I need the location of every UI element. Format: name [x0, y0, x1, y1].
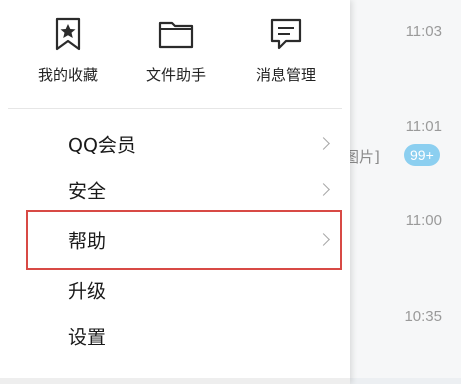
menu-item-settings[interactable]: 设置	[26, 312, 342, 360]
menu-bottom-bar	[0, 378, 350, 384]
menu-item-label: QQ会员	[68, 134, 136, 157]
menu-item-label: 帮助	[68, 230, 107, 253]
chat-time: 11:03	[405, 23, 442, 40]
message-bubble-icon	[270, 18, 302, 50]
chevron-right-icon	[317, 233, 330, 246]
chat-time: 10:35	[404, 308, 442, 325]
quick-action-message-manager[interactable]: 消息管理	[236, 12, 336, 98]
quick-actions-bar: 我的收藏 文件助手 消息管理	[0, 0, 350, 104]
main-menu-panel: 我的收藏 文件助手 消息管理 QQ会员 安全 帮助 升级 设置	[0, 0, 350, 384]
quick-action-label: 消息管理	[255, 66, 316, 84]
unread-badge: 99+	[404, 144, 440, 166]
chevron-right-icon	[317, 183, 330, 196]
menu-item-label: 升级	[68, 280, 107, 303]
menu-item-upgrade[interactable]: 升级	[26, 266, 342, 314]
chevron-right-icon	[317, 137, 330, 150]
menu-item-label: 安全	[68, 180, 107, 203]
menu-item-label: 设置	[68, 326, 107, 349]
quick-action-file-assistant[interactable]: 文件助手	[126, 12, 226, 98]
quick-action-label: 我的收藏	[37, 66, 98, 84]
quick-action-favorites[interactable]: 我的收藏	[18, 12, 118, 98]
chat-time: 11:00	[405, 212, 442, 229]
bookmark-star-icon	[55, 17, 81, 51]
menu-item-qq-vip[interactable]: QQ会员	[26, 120, 342, 168]
quick-action-label: 文件助手	[145, 66, 206, 84]
menu-divider	[8, 108, 342, 109]
menu-item-security[interactable]: 安全	[26, 166, 342, 214]
chat-time: 11:01	[405, 118, 442, 135]
folder-icon	[158, 21, 194, 49]
menu-item-help[interactable]: 帮助	[26, 210, 342, 270]
